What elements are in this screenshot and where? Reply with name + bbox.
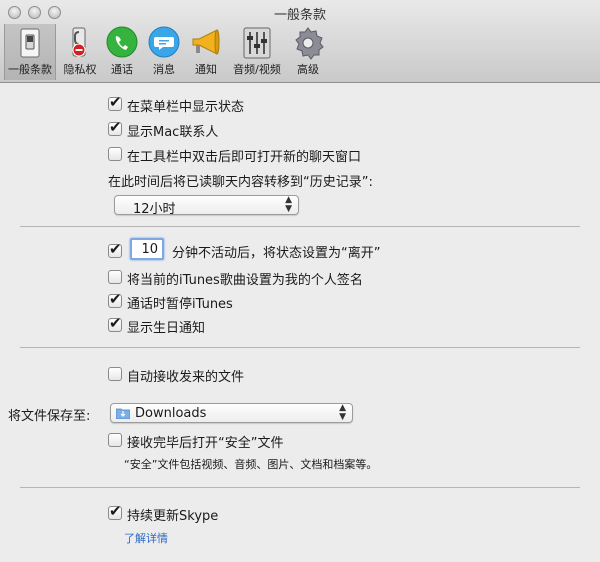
- window-title: 一般条款: [273, 8, 326, 23]
- tab-audio-video[interactable]: 音频/视频: [228, 24, 286, 80]
- tab-general[interactable]: 一般条款: [4, 24, 56, 80]
- birthday-label: 显示生日通知: [127, 321, 206, 336]
- switch-icon: [13, 26, 47, 60]
- tab-calls[interactable]: 通话: [102, 24, 142, 80]
- phone-icon: [105, 26, 139, 60]
- tab-audio-video-label: 音频/视频: [233, 63, 281, 76]
- show-mac-contacts-checkbox[interactable]: [108, 118, 122, 136]
- save-to-label: 将文件保存至:: [8, 409, 91, 424]
- safe-files-note: “安全”文件包括视频、音频、图片、文档和档案等。: [124, 458, 378, 471]
- double-click-toolbar-label: 在工具栏中双击后即可打开新的聊天窗口: [127, 150, 362, 165]
- away-minutes-value: 10: [141, 242, 158, 257]
- up-down-arrows-icon: ▲ ▼: [339, 403, 346, 422]
- double-click-toolbar-checkbox[interactable]: [108, 147, 122, 161]
- keep-updated-label: 持续更新Skype: [127, 509, 219, 524]
- history-duration-value: 12小时: [133, 202, 176, 217]
- pause-itunes-checkbox[interactable]: [108, 290, 122, 308]
- separator: [20, 487, 580, 488]
- birthday-checkbox[interactable]: [108, 314, 122, 332]
- title-toolbar: 一般条款 一般条款 隐私权 通话 消息 通知 音频/视频 高级: [0, 0, 600, 83]
- learn-more-link[interactable]: 了解详情: [124, 530, 168, 546]
- itunes-status-label: 将当前的iTunes歌曲设置为我的个人签名: [127, 273, 363, 288]
- show-status-menubar-label: 在菜单栏中显示状态: [127, 100, 245, 115]
- separator: [20, 347, 580, 348]
- away-checkbox[interactable]: [108, 240, 122, 258]
- tab-calls-label: 通话: [111, 63, 133, 76]
- up-down-arrows-icon: ▲ ▼: [285, 195, 292, 214]
- folder-icon: [115, 407, 131, 420]
- show-status-menubar-checkbox[interactable]: [108, 93, 122, 111]
- megaphone-icon: [189, 26, 223, 60]
- tab-privacy-label: 隐私权: [63, 63, 97, 76]
- gear-icon: [291, 26, 325, 60]
- open-safe-files-label: 接收完毕后打开“安全”文件: [127, 436, 284, 451]
- tab-privacy[interactable]: 隐私权: [58, 24, 102, 80]
- preferences-window: 一般条款 一般条款 隐私权 通话 消息 通知 音频/视频 高级 ✔ 在菜单栏中显…: [0, 0, 600, 562]
- tab-advanced[interactable]: 高级: [288, 24, 328, 80]
- equalizer-icon: [240, 26, 274, 60]
- history-duration-select[interactable]: 12小时 ▲ ▼: [114, 195, 299, 217]
- tab-advanced-label: 高级: [297, 63, 319, 76]
- save-location-select[interactable]: Downloads ▲ ▼: [110, 403, 353, 423]
- keep-updated-checkbox[interactable]: [108, 502, 122, 520]
- tab-messages[interactable]: 消息: [144, 24, 184, 80]
- tab-notifications-label: 通知: [195, 63, 217, 76]
- auto-receive-label: 自动接收发来的文件: [127, 370, 245, 385]
- auto-receive-checkbox[interactable]: [108, 367, 122, 381]
- save-location-value: Downloads: [135, 406, 207, 421]
- pause-itunes-label: 通话时暂停iTunes: [127, 297, 233, 312]
- tab-messages-label: 消息: [153, 63, 175, 76]
- tab-general-label: 一般条款: [8, 63, 52, 76]
- separator: [20, 226, 580, 227]
- privacy-icon: [63, 26, 97, 60]
- history-label: 在此时间后将已读聊天内容转移到“历史记录”:: [108, 175, 373, 190]
- message-icon: [147, 26, 181, 60]
- show-mac-contacts-label: 显示Mac联系人: [127, 125, 219, 140]
- tab-notifications[interactable]: 通知: [186, 24, 226, 80]
- away-label: 分钟不活动后，将状态设置为“离开”: [172, 246, 381, 261]
- open-safe-files-checkbox[interactable]: [108, 433, 122, 447]
- away-minutes-field[interactable]: 10: [130, 238, 164, 260]
- itunes-status-checkbox[interactable]: [108, 270, 122, 284]
